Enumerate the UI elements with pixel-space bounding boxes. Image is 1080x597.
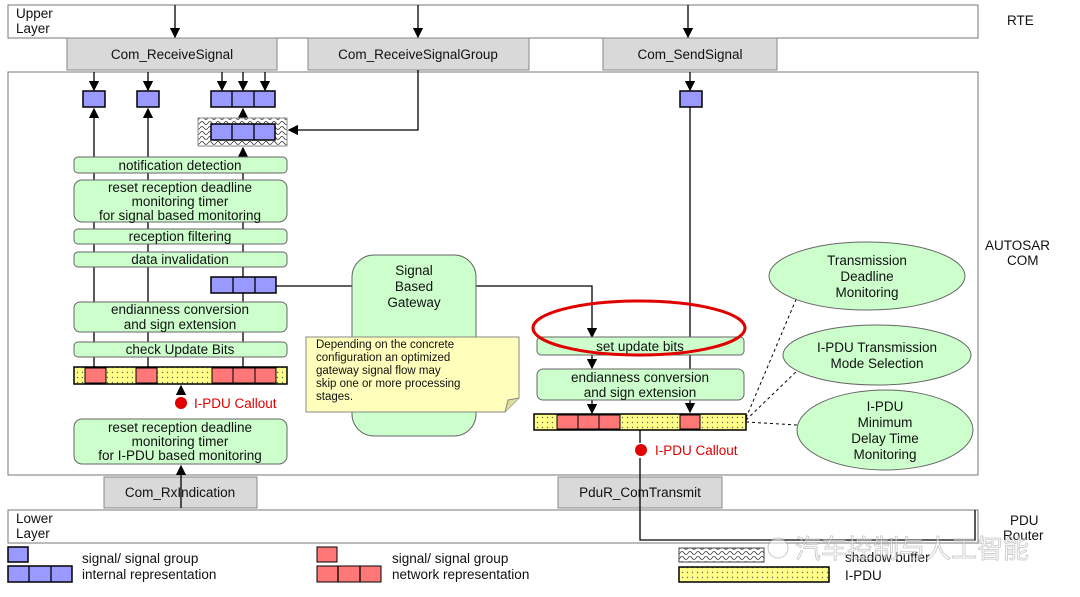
signal-box [136, 90, 160, 108]
rx-ipdu [73, 366, 288, 385]
ipdu-transmission-mode-selection: I-PDU Transmission Mode Selection [782, 324, 972, 386]
com-rx-indication-label: Com_RxIndication [125, 485, 235, 500]
svg-text:endianness conversionand sign: endianness conversion and sign extension [571, 370, 709, 400]
svg-text:reception filtering: reception filtering [129, 229, 232, 244]
legend: signal/ signal group internal representat… [7, 546, 930, 583]
tx-callout-icon [635, 444, 647, 456]
shadow-signal-group [210, 123, 276, 141]
svg-text:check Update Bits: check Update Bits [126, 342, 235, 357]
rx-notification-detection: notification detection [73, 156, 288, 174]
svg-text:set update bits: set update bits [596, 339, 684, 354]
rx-reception-filtering: reception filtering [73, 228, 288, 245]
svg-text:notification detection: notification detection [118, 158, 241, 173]
rx-check-update-bits: check Update Bits [73, 341, 288, 358]
svg-text:data invalidation: data invalidation [131, 252, 229, 267]
upper-layer-label: Upper Layer [16, 6, 53, 36]
legend-ipdu: I-PDU [845, 568, 882, 583]
rx-reset-ipdu-timer: reset reception deadline monitoring timer… [73, 418, 288, 465]
rte-label: RTE [1007, 13, 1034, 28]
gateway-signal-group [210, 276, 277, 294]
autosar-com-diagram: Upper Layer RTE AUTOSAR COM Lower Layer PDU… [7, 4, 1050, 583]
autosar-com-label: AUTOSAR COM [985, 238, 1050, 268]
svg-text:endianness conversionand sign: endianness conversion and sign extension [111, 302, 249, 332]
rx-reset-signal-timer: reset reception deadline monitoring timer… [73, 179, 288, 223]
legend-internal: signal/ signal group internal representat… [82, 551, 216, 582]
legend-network: signal/ signal group network representati… [392, 551, 529, 582]
com-receive-signal-label: Com_ReceiveSignal [111, 47, 233, 62]
tx-ipdu [533, 413, 747, 431]
transmission-deadline-monitoring: Transmission Deadline Monitoring [768, 241, 966, 311]
rx-callout-label: I-PDU Callout [194, 396, 277, 411]
rx-endianness-conversion: endianness conversion and sign extension [73, 301, 288, 333]
rx-callout-icon [175, 397, 187, 409]
tx-callout-label: I-PDU Callout [655, 443, 738, 458]
com-receive-signal-group-label: Com_ReceiveSignalGroup [338, 47, 498, 62]
tx-endianness-conversion: endianness conversion and sign extension [536, 368, 745, 401]
send-signal-box [679, 90, 703, 108]
lower-layer-label: Lower Layer [16, 511, 53, 541]
svg-text:I-PDU TransmissionMode Selecti: I-PDU Transmission Mode Selection [817, 340, 937, 371]
com-send-signal-label: Com_SendSignal [637, 47, 742, 62]
watermark: 汽车控制与人工智能 [767, 534, 1029, 564]
signal-group-box [210, 90, 276, 108]
gateway-note: Depending on the concrete configuration a… [305, 336, 520, 413]
upper-layer [7, 4, 979, 39]
wechat-icon [767, 537, 789, 559]
signal-box [82, 90, 106, 108]
rx-data-invalidation: data invalidation [73, 251, 288, 268]
svg-text:汽车控制与人工智能: 汽车控制与人工智能 [795, 534, 1029, 564]
ipdu-minimum-delay-time-monitoring: I-PDU Minimum Delay Time Monitoring [796, 389, 974, 471]
